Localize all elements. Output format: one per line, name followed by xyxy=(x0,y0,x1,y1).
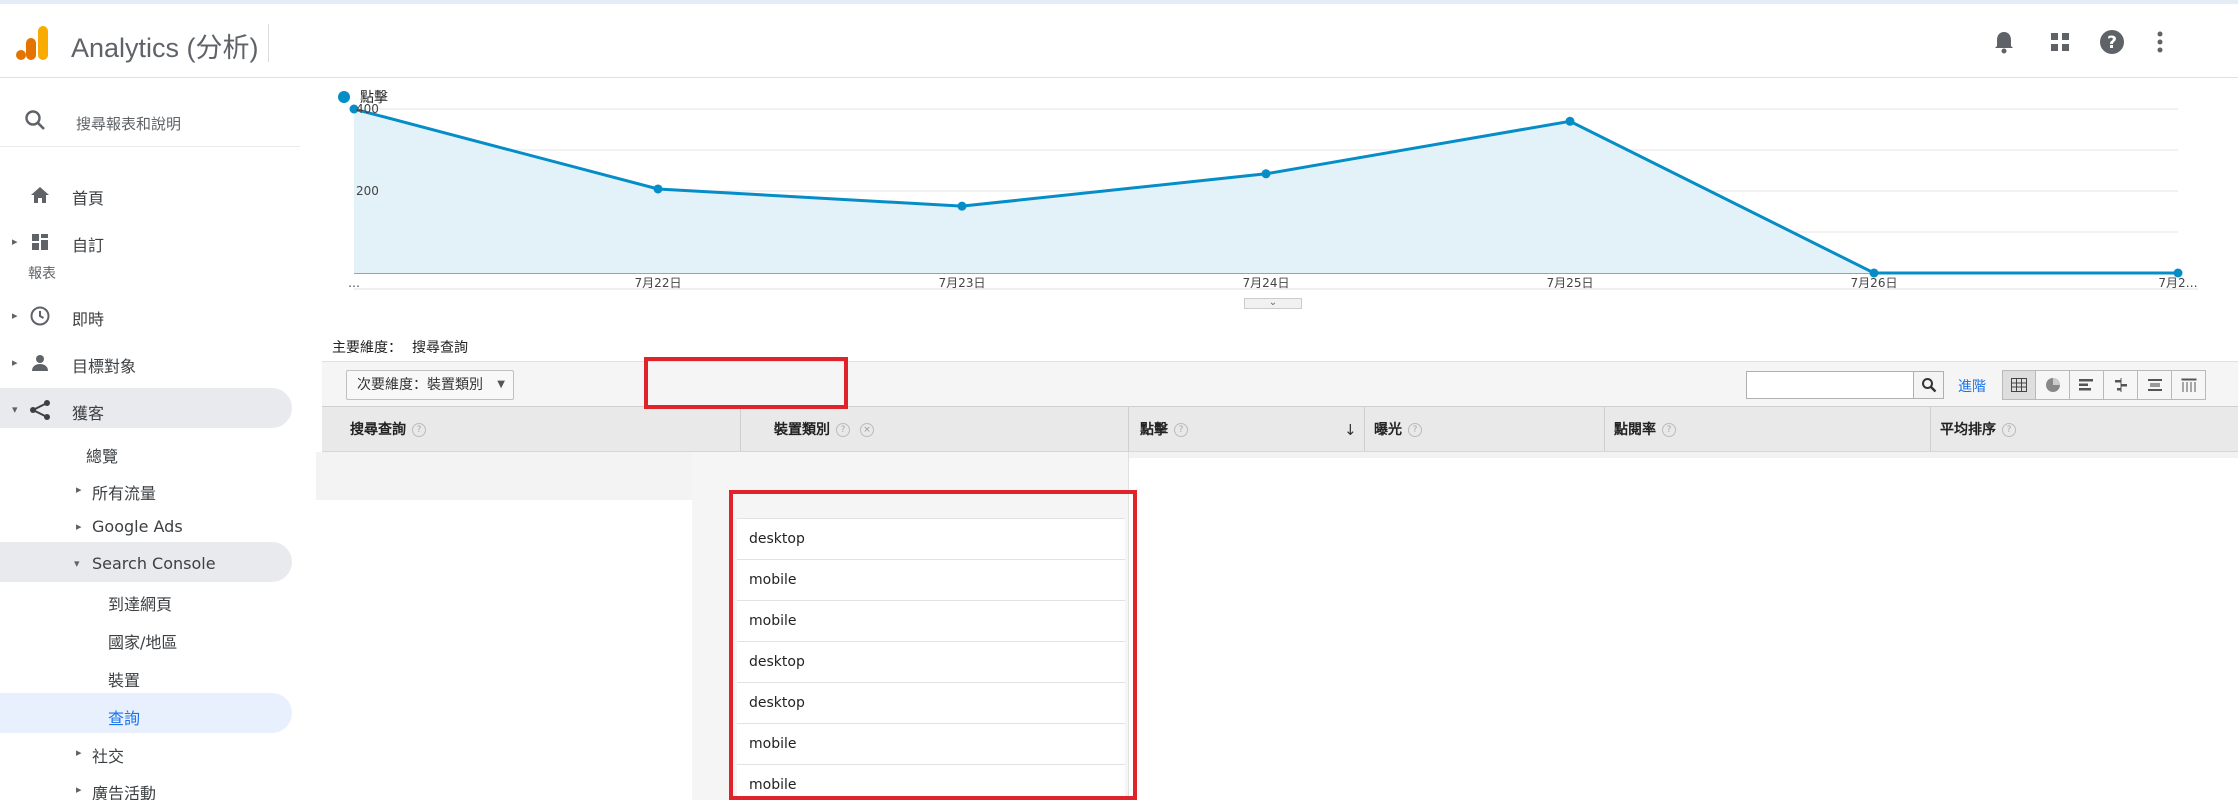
secondary-dimension-dropdown[interactable]: 次要維度：裝置類別 ▼ xyxy=(346,370,514,400)
x-tick-label: 7月25日 xyxy=(1547,276,1594,290)
view-switcher xyxy=(2002,370,2206,400)
caret-right-icon: ▸ xyxy=(76,746,82,759)
sidebar-item-queries[interactable]: 查詢 xyxy=(0,693,292,733)
caret-right-icon: ▸ xyxy=(12,309,18,322)
dashboard-icon xyxy=(28,230,52,254)
x-tick-label: … xyxy=(348,276,360,290)
column-header-impressions[interactable]: 曝光? xyxy=(1374,407,1422,453)
primary-dimension-label: 主要維度： xyxy=(332,340,402,356)
sidebar-search-label: 搜尋報表和說明 xyxy=(76,115,182,133)
analytics-logo-icon[interactable] xyxy=(16,24,50,62)
table-search-input[interactable] xyxy=(1746,371,1914,399)
sidebar-item-label: 裝置 xyxy=(108,671,141,690)
primary-dimension-value[interactable]: 搜尋查詢 xyxy=(412,340,468,356)
chart-collapse-handle[interactable]: ⌄ xyxy=(1244,298,1302,309)
sidebar-item-label: Search Console xyxy=(92,554,216,573)
caret-right-icon: ▸ xyxy=(76,520,82,533)
reports-section-label: 報表 xyxy=(28,266,56,282)
table-view-icon[interactable] xyxy=(2002,370,2036,400)
sidebar-item-label: 國家/地區 xyxy=(108,633,178,652)
search-icon xyxy=(1921,378,1936,393)
help-icon[interactable]: ? xyxy=(1662,423,1676,437)
column-header-search-query[interactable]: 搜尋查詢? xyxy=(350,407,426,453)
person-icon xyxy=(28,351,52,375)
help-icon[interactable]: ? xyxy=(1174,423,1188,437)
secondary-dimension-label: 次要維度：裝置類別 xyxy=(357,377,483,393)
x-tick-label: 7月26日 xyxy=(1851,276,1898,290)
y-tick-label: 200 xyxy=(356,184,379,198)
bell-icon[interactable] xyxy=(1988,26,2020,58)
comparison-view-icon[interactable] xyxy=(2104,370,2138,400)
caret-down-icon: ▾ xyxy=(74,557,80,570)
sidebar-item-label: 自訂 xyxy=(72,236,105,255)
x-tick-label: 7月22日 xyxy=(635,276,682,290)
help-icon[interactable]: ? xyxy=(2096,26,2128,58)
home-icon xyxy=(28,183,52,207)
highlight-box-device-values xyxy=(729,490,1137,800)
caret-right-icon: ▸ xyxy=(12,356,18,369)
bar-view-icon[interactable] xyxy=(2070,370,2104,400)
caret-down-icon: ▾ xyxy=(12,403,18,416)
acquisition-icon xyxy=(28,398,52,422)
sidebar-item-label: 獲客 xyxy=(72,404,105,423)
term-cloud-icon[interactable] xyxy=(2138,370,2172,400)
column-header-clicks[interactable]: 點擊? xyxy=(1140,407,1188,453)
y-tick-label: 400 xyxy=(356,102,379,116)
table-header-row: 搜尋查詢? 裝置類別? × 點擊? ↓ 曝光? 點閱率? 平均排序? xyxy=(322,406,2238,453)
data-point xyxy=(957,201,967,211)
advanced-filter-link[interactable]: 進階 xyxy=(1958,376,1986,396)
report-toolbar: 次要維度：裝置類別 ▼ 進階 xyxy=(322,361,2238,407)
column-header-ctr[interactable]: 點閱率? xyxy=(1614,407,1676,453)
help-icon[interactable]: ? xyxy=(1408,423,1422,437)
data-point xyxy=(1261,169,1271,179)
sidebar-item-label: Google Ads xyxy=(92,517,183,536)
help-icon[interactable]: ? xyxy=(412,423,426,437)
help-icon[interactable]: ? xyxy=(2002,423,2016,437)
x-tick-label: 7月2… xyxy=(2158,276,2197,290)
x-tick-label: 7月23日 xyxy=(939,276,986,290)
highlight-box-secondary-dimension xyxy=(644,357,848,409)
apps-grid-icon[interactable] xyxy=(2044,26,2076,58)
caret-right-icon: ▸ xyxy=(76,783,82,796)
clock-icon xyxy=(28,304,52,328)
sort-descending-icon[interactable]: ↓ xyxy=(1344,407,1357,453)
data-point xyxy=(653,184,663,194)
sidebar: 搜尋報表和說明 首頁 ▸ 自訂 報表 ▸ 即時 ▸ 目標對象 ▾ 獲客 總覽 ▸… xyxy=(0,79,316,800)
app-title: Analytics (分析) xyxy=(71,33,259,63)
sidebar-item-label: 到達網頁 xyxy=(108,595,173,614)
sidebar-item-search-console[interactable]: ▾ Search Console xyxy=(0,542,292,582)
data-point xyxy=(1565,116,1575,126)
main-content: 點擊 400 200… 7月22日 7月23日 7月24日 7月25日 7月26日 7月2… … xyxy=(316,79,2238,800)
pivot-view-icon[interactable] xyxy=(2172,370,2206,400)
sidebar-item-label: 廣告活動 xyxy=(92,784,157,800)
sidebar-item-label: 首頁 xyxy=(72,189,105,208)
search-icon xyxy=(24,109,46,135)
app-bar: Analytics (分析) ? xyxy=(0,4,2238,78)
sidebar-item-label: 查詢 xyxy=(108,709,141,728)
caret-right-icon: ▸ xyxy=(12,235,18,248)
svg-text:?: ? xyxy=(2107,33,2117,53)
sidebar-item-label: 目標對象 xyxy=(72,357,137,376)
sidebar-item-label: 總覽 xyxy=(86,447,119,466)
primary-dimension: 主要維度： 搜尋查詢 xyxy=(332,337,468,357)
remove-dimension-icon[interactable]: × xyxy=(860,423,874,437)
x-tick-label: 7月24日 xyxy=(1243,276,1290,290)
column-header-avg-position[interactable]: 平均排序? xyxy=(1940,407,2016,453)
help-icon[interactable]: ? xyxy=(836,423,850,437)
dropdown-caret-icon: ▼ xyxy=(497,379,505,390)
sidebar-item-label: 即時 xyxy=(72,310,105,329)
column-header-device-category[interactable]: 裝置類別? × xyxy=(774,407,874,453)
title-divider xyxy=(268,24,269,62)
sidebar-item-acquisition[interactable]: ▾ 獲客 xyxy=(0,388,292,428)
sidebar-search[interactable]: 搜尋報表和說明 xyxy=(0,91,300,147)
sidebar-item-label: 所有流量 xyxy=(92,484,157,503)
caret-right-icon: ▸ xyxy=(76,483,82,496)
table-search-button[interactable] xyxy=(1914,371,1944,399)
clicks-line-chart[interactable]: 400 200 … 7月22日 7月23日 7月24日 7月25日 7月26日 7月2… xyxy=(316,79,2238,319)
sidebar-item-label: 社交 xyxy=(92,747,125,766)
pie-view-icon[interactable] xyxy=(2036,370,2070,400)
metrics-area xyxy=(1129,452,2238,458)
more-vert-icon[interactable] xyxy=(2144,26,2176,58)
